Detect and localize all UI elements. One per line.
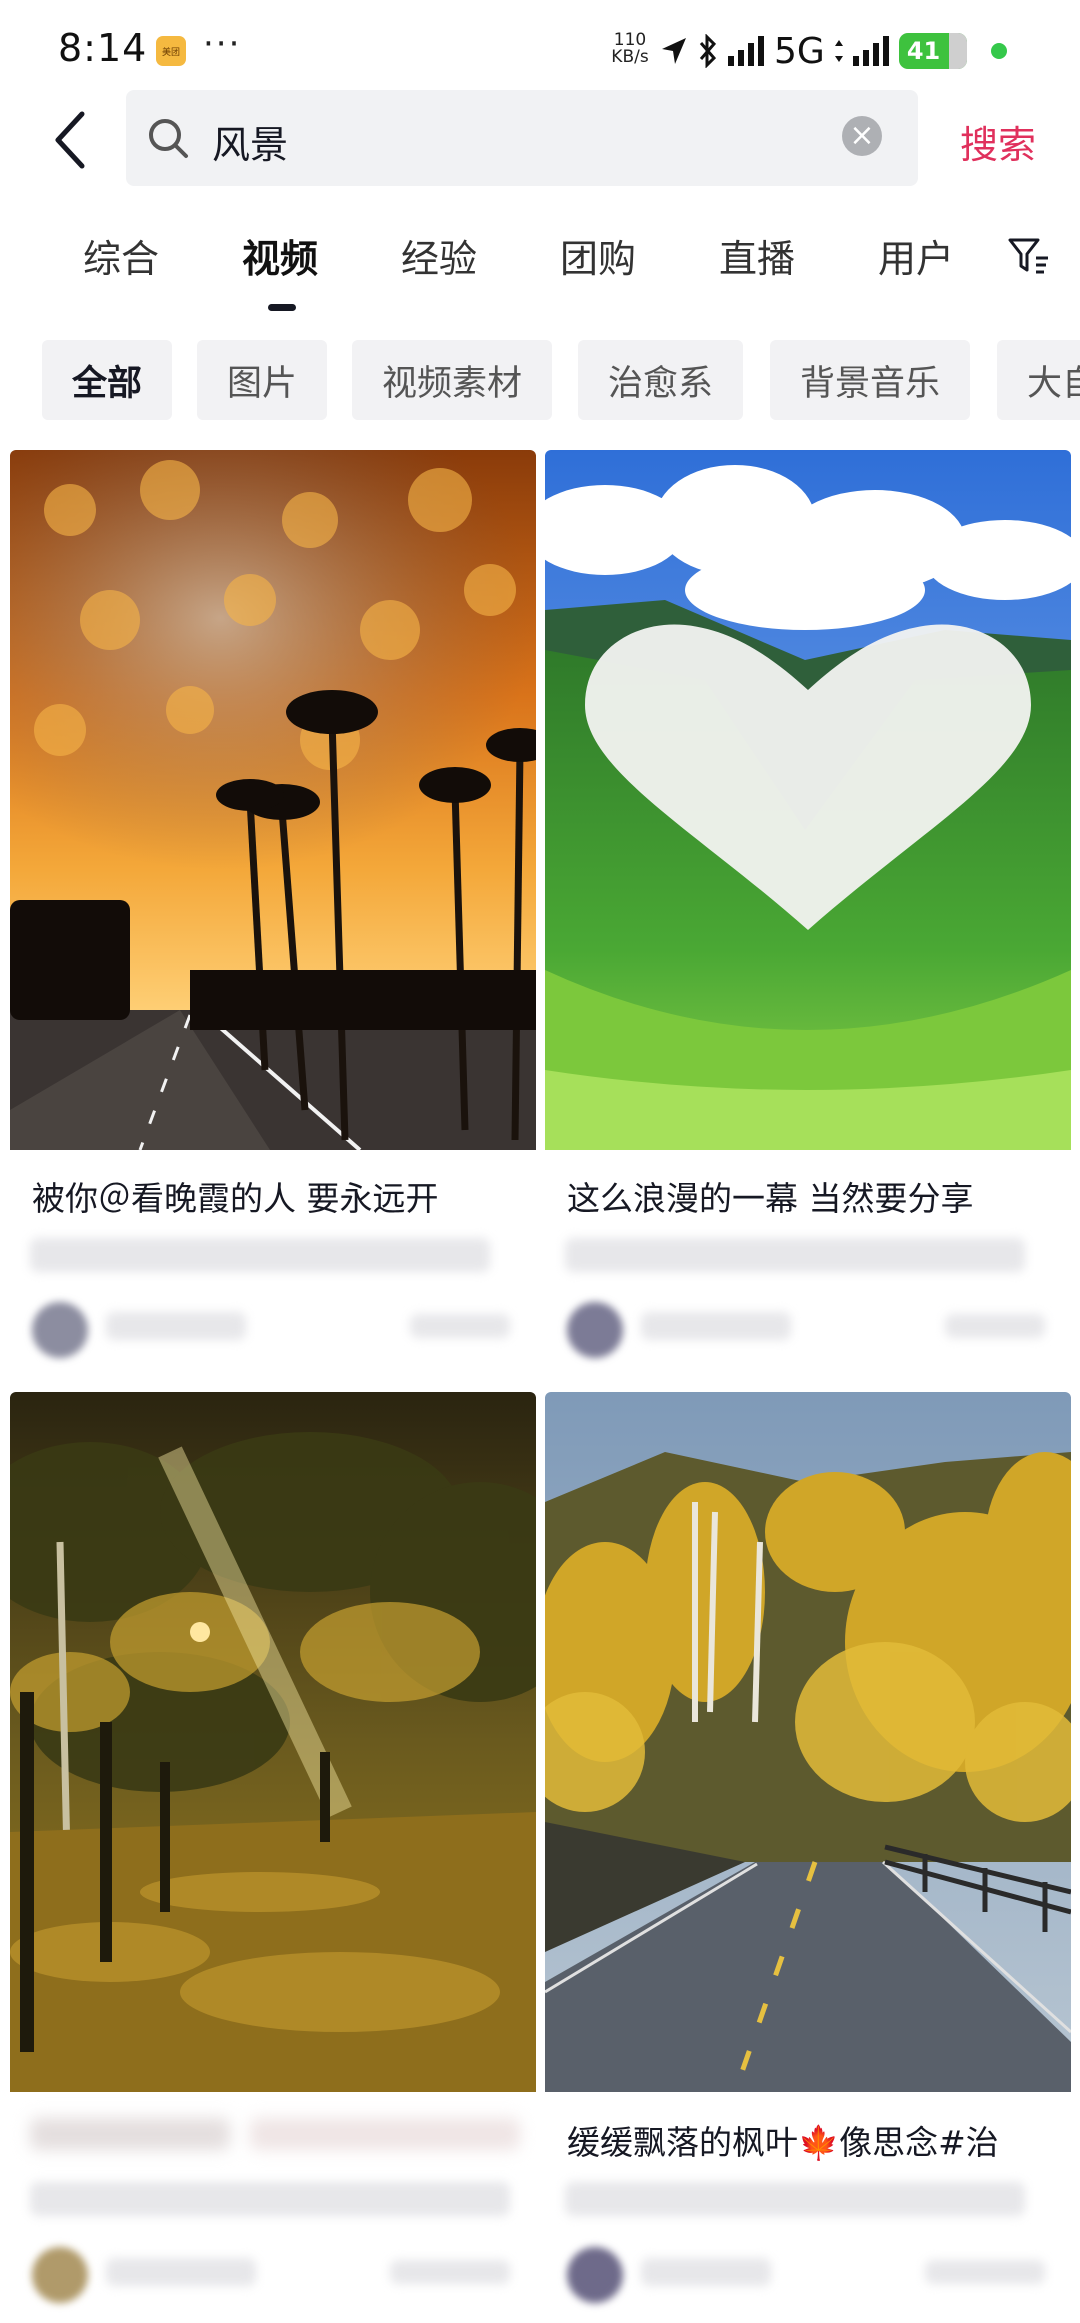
result-tabs: 综合 视频 经验 团购 直播 用户 — [0, 220, 1080, 320]
filter-chips: 全部 图片 视频素材 治愈系 背景音乐 大自 — [0, 340, 1080, 420]
video-card[interactable] — [10, 1392, 536, 2323]
card-title: 这么浪漫的一幕 当然要分享 — [567, 1179, 974, 1218]
blurred-title-line — [565, 2182, 1025, 2216]
author-avatar[interactable] — [32, 2247, 88, 2303]
chip-all[interactable]: 全部 — [42, 340, 173, 420]
active-tab-indicator — [268, 304, 296, 311]
network-speed: 110 KB/s — [606, 32, 654, 66]
blurred-author-name — [641, 2258, 771, 2286]
chip-healing[interactable]: 治愈系 — [578, 340, 744, 420]
data-arrows-icon — [834, 40, 843, 62]
author-avatar[interactable] — [32, 1302, 88, 1358]
blurred-title-line — [30, 1238, 490, 1272]
card-title: 被你＠看晚霞的人 要永远开 — [32, 1179, 439, 1218]
sunset-palm-road-image — [10, 450, 536, 1150]
blurred-title-line — [30, 2182, 510, 2216]
battery-level: 41 — [906, 37, 941, 65]
filter-icon[interactable] — [1006, 234, 1050, 278]
more-notifications-icon: ··· — [203, 24, 242, 64]
signal-icon — [728, 36, 764, 66]
blurred-title-line — [565, 1238, 1025, 1272]
back-arrow-icon[interactable] — [46, 108, 96, 172]
blurred-title-start — [30, 2118, 230, 2150]
clear-search-icon[interactable]: × — [842, 116, 882, 156]
search-input[interactable]: 风景 × — [126, 90, 918, 186]
heart-cloud-valley-image — [545, 450, 1071, 1150]
meituan-app-icon: 美团 — [156, 36, 186, 66]
battery-icon: 41 — [898, 33, 967, 69]
blurred-like-count — [410, 1314, 510, 1338]
video-card[interactable]: 这么浪漫的一幕 当然要分享 — [545, 450, 1071, 1370]
author-avatar[interactable] — [567, 2247, 623, 2303]
search-row: 风景 × 搜索 — [0, 90, 1080, 190]
video-thumbnail-heart-cloud-valley[interactable] — [545, 450, 1071, 1150]
blurred-author-name — [641, 1312, 791, 1340]
network-speed-unit: KB/s — [611, 47, 649, 67]
autumn-mountain-road-image — [545, 1392, 1071, 2092]
location-arrow-icon — [662, 38, 686, 64]
video-card[interactable]: 被你＠看晚霞的人 要永远开 — [10, 450, 536, 1370]
autumn-night-road-image — [10, 1392, 536, 2092]
blurred-title-end — [250, 2118, 520, 2150]
chip-images[interactable]: 图片 — [197, 340, 328, 420]
blurred-like-count — [925, 2260, 1045, 2284]
tab-live[interactable]: 直播 — [719, 228, 795, 283]
tab-experience[interactable]: 经验 — [401, 228, 477, 283]
blurred-author-name — [106, 1312, 246, 1340]
network-type: 5G — [774, 30, 825, 72]
tab-group-buy[interactable]: 团购 — [560, 228, 636, 283]
video-thumbnail-autumn-mountain-road[interactable] — [545, 1392, 1071, 2092]
blurred-like-count — [945, 1314, 1045, 1338]
bluetooth-icon — [699, 34, 717, 68]
signal-icon-secondary — [852, 36, 889, 66]
tab-comprehensive[interactable]: 综合 — [83, 228, 159, 283]
video-card[interactable]: 缓缓飘落的枫叶🍁像思念#治 — [545, 1392, 1071, 2323]
chip-bgm[interactable]: 背景音乐 — [770, 340, 971, 420]
status-bar: 8:14 美团 ··· 110 KB/s 5G 41 — [0, 0, 1080, 100]
blurred-author-name — [106, 2258, 256, 2286]
chip-nature[interactable]: 大自 — [997, 340, 1080, 420]
status-time: 8:14 — [58, 26, 148, 70]
chip-video-material[interactable]: 视频素材 — [352, 340, 553, 420]
tab-users[interactable]: 用户 — [878, 228, 954, 283]
search-button[interactable]: 搜索 — [960, 114, 1036, 169]
privacy-indicator-dot — [990, 43, 1007, 59]
author-avatar[interactable] — [567, 1302, 623, 1358]
video-thumbnail-sunset-palm-road[interactable] — [10, 450, 536, 1150]
status-icons: 5G 41 — [660, 30, 1007, 72]
search-query: 风景 — [212, 123, 289, 167]
blurred-like-count — [390, 2260, 510, 2284]
tab-video[interactable]: 视频 — [242, 228, 318, 283]
video-thumbnail-autumn-night-road[interactable] — [10, 1392, 536, 2092]
card-title: 缓缓飘落的枫叶🍁像思念#治 — [567, 2123, 999, 2162]
search-icon — [149, 119, 188, 158]
